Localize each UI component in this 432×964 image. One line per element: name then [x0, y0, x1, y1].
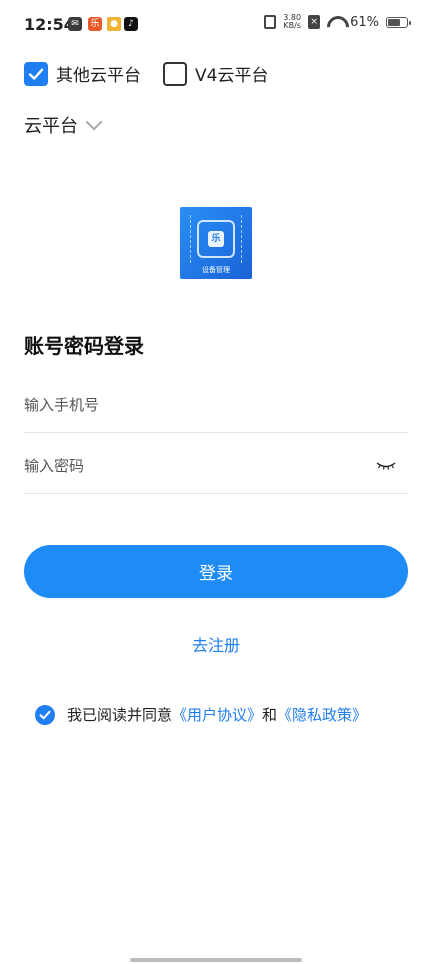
no-sim-icon: × — [308, 15, 321, 29]
register-link[interactable]: 去注册 — [0, 632, 432, 656]
password-field — [24, 442, 408, 494]
status-bar: 12:54 ✉ 乐 ● ♪ 3.80 KB/s × 61% — [0, 0, 432, 50]
battery-percent: 61% — [350, 14, 379, 30]
mail-icon: ✉ — [68, 17, 82, 31]
option-other-cloud[interactable]: 其他云平台 — [24, 61, 141, 86]
check-icon — [39, 710, 51, 719]
app-notification-icon: 乐 — [88, 17, 102, 31]
login-button[interactable]: 登录 — [24, 545, 408, 598]
app-notification-icon: ● — [107, 17, 121, 31]
agreement-prefix: 我已阅读并同意 — [67, 706, 173, 724]
app-logo: 乐 设备管理 — [180, 207, 252, 279]
phone-input[interactable] — [24, 393, 364, 417]
home-indicator[interactable] — [130, 958, 302, 962]
password-input[interactable] — [24, 454, 364, 478]
status-indicators: 3.80 KB/s × 61% — [264, 14, 411, 30]
agreement-row: 我已阅读并同意 《用户协议》和《隐私政策》 — [35, 704, 367, 725]
platform-selector-label: 云平台 — [24, 116, 78, 137]
option-v4-cloud[interactable]: V4云平台 — [163, 61, 268, 86]
eye-closed-icon[interactable] — [376, 462, 396, 470]
checkbox-unchecked-icon[interactable] — [163, 61, 187, 86]
user-agreement-link[interactable]: 《用户协议》 — [172, 704, 262, 725]
agreement-connector: 和 — [262, 706, 278, 724]
logo-glyph: 乐 — [208, 231, 224, 247]
platform-selector[interactable]: 云平台 — [24, 112, 103, 138]
tiktok-icon: ♪ — [124, 17, 138, 31]
privacy-policy-link[interactable]: 《隐私政策》 — [277, 704, 367, 725]
network-speed-unit: KB/s — [283, 21, 301, 30]
network-speed: 3.80 KB/s — [283, 14, 301, 30]
option-other-cloud-label: 其他云平台 — [56, 66, 141, 86]
page-title: 账号密码登录 — [24, 334, 144, 358]
agreement-checkbox[interactable] — [35, 704, 55, 725]
checkbox-checked-icon[interactable] — [24, 61, 48, 86]
logo-caption: 设备管理 — [202, 266, 230, 274]
vibrate-icon — [264, 15, 277, 29]
battery-icon — [386, 16, 411, 28]
option-v4-cloud-label: V4云平台 — [195, 66, 269, 86]
phone-field — [24, 381, 408, 433]
chevron-down-icon — [85, 113, 103, 131]
chip-icon: 乐 — [197, 220, 235, 258]
wifi-icon — [327, 16, 343, 28]
